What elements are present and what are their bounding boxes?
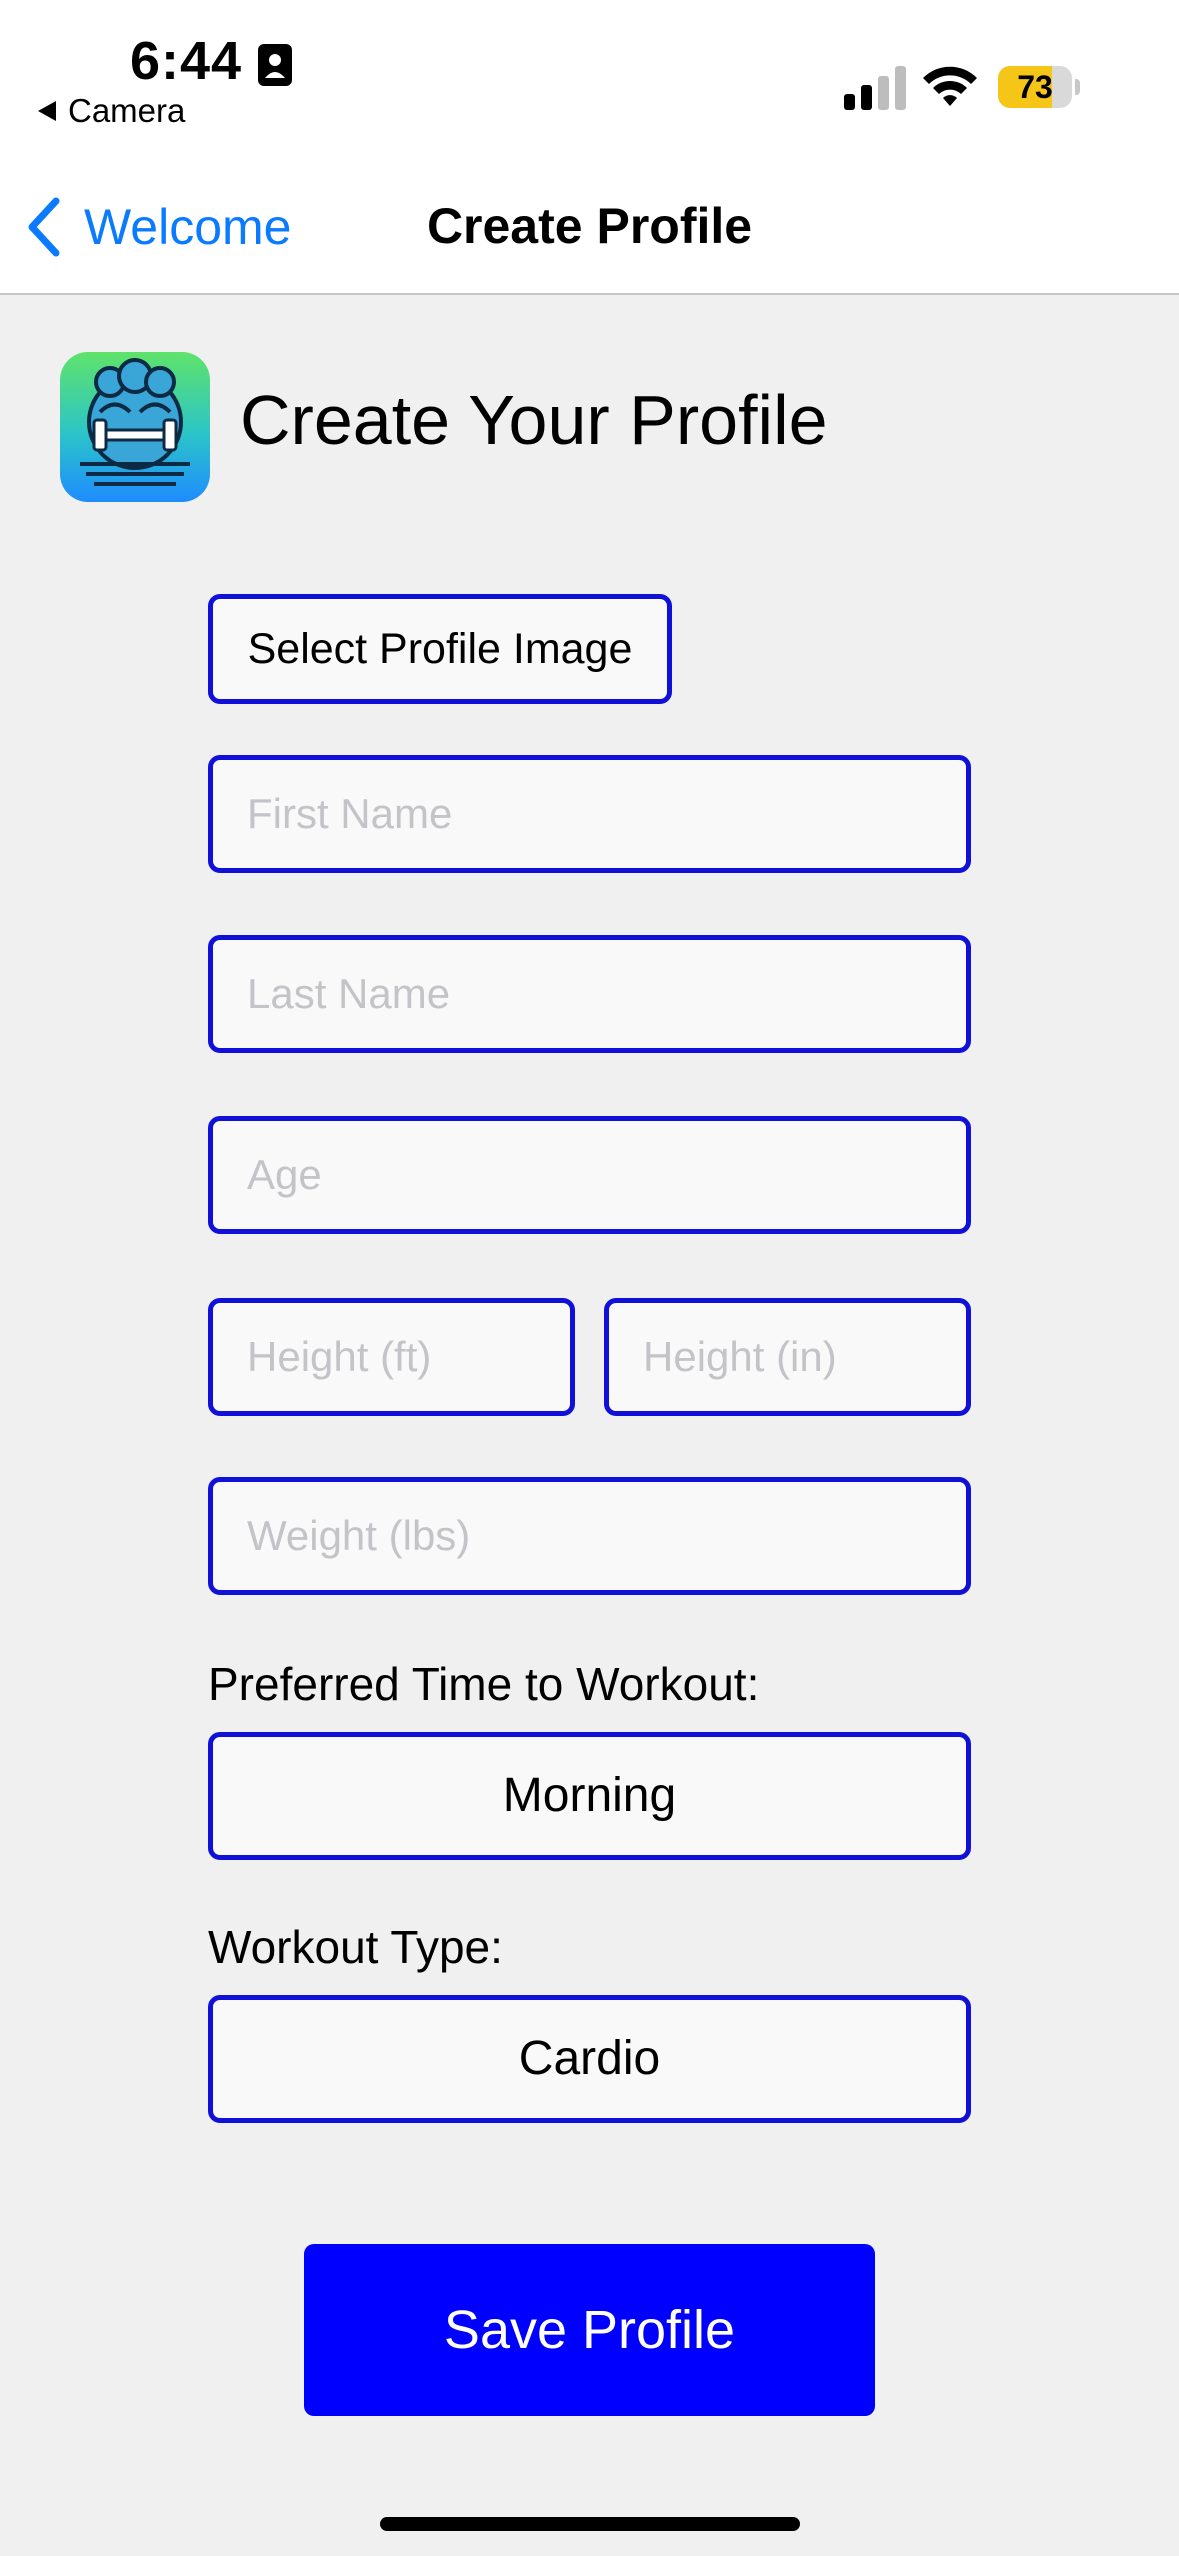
battery-tip: [1075, 79, 1080, 95]
page-title: Create Your Profile: [240, 381, 828, 459]
workout-type-label: Workout Type:: [208, 1921, 503, 1973]
back-app-label: Camera: [68, 92, 186, 129]
height-in-placeholder: Height (in): [643, 1333, 837, 1380]
nav-title-text: Create Profile: [426, 198, 753, 254]
wifi-icon: [923, 66, 977, 106]
navigation-bar: Welcome Create Profile: [0, 160, 1179, 295]
select-profile-image-button[interactable]: Select Profile Image: [208, 594, 672, 704]
battery-indicator: 73: [998, 66, 1080, 108]
contact-card-icon: [258, 44, 292, 86]
back-to-camera-link[interactable]: Camera: [38, 92, 185, 130]
age-field[interactable]: Age: [208, 1116, 971, 1234]
weight-placeholder: Weight (lbs): [247, 1512, 471, 1559]
first-name-field[interactable]: First Name: [208, 755, 971, 873]
height-in-field[interactable]: Height (in): [604, 1298, 971, 1416]
status-time: 6:44: [130, 31, 243, 91]
last-name-placeholder: Last Name: [247, 970, 451, 1017]
age-placeholder: Age: [247, 1151, 322, 1198]
height-ft-placeholder: Height (ft): [247, 1333, 432, 1380]
nav-title: Create Profile: [0, 160, 1179, 293]
last-name-field[interactable]: Last Name: [208, 935, 971, 1053]
home-indicator[interactable]: [380, 2517, 800, 2531]
back-triangle-icon: [38, 101, 56, 121]
status-bar: 6:44 Camera 73: [0, 0, 1179, 160]
battery-level: 73: [1017, 69, 1053, 105]
workout-time-picker[interactable]: Morning: [208, 1732, 971, 1860]
workout-type-picker[interactable]: Cardio: [208, 1995, 971, 2123]
weight-field[interactable]: Weight (lbs): [208, 1477, 971, 1595]
workout-time-label: Preferred Time to Workout:: [208, 1658, 760, 1710]
cellular-signal-icon: [844, 66, 906, 110]
save-profile-button[interactable]: Save Profile: [304, 2244, 875, 2416]
first-name-placeholder: First Name: [247, 790, 453, 837]
height-ft-field[interactable]: Height (ft): [208, 1298, 575, 1416]
fitness-brain-dumbbell-icon: [60, 352, 210, 502]
